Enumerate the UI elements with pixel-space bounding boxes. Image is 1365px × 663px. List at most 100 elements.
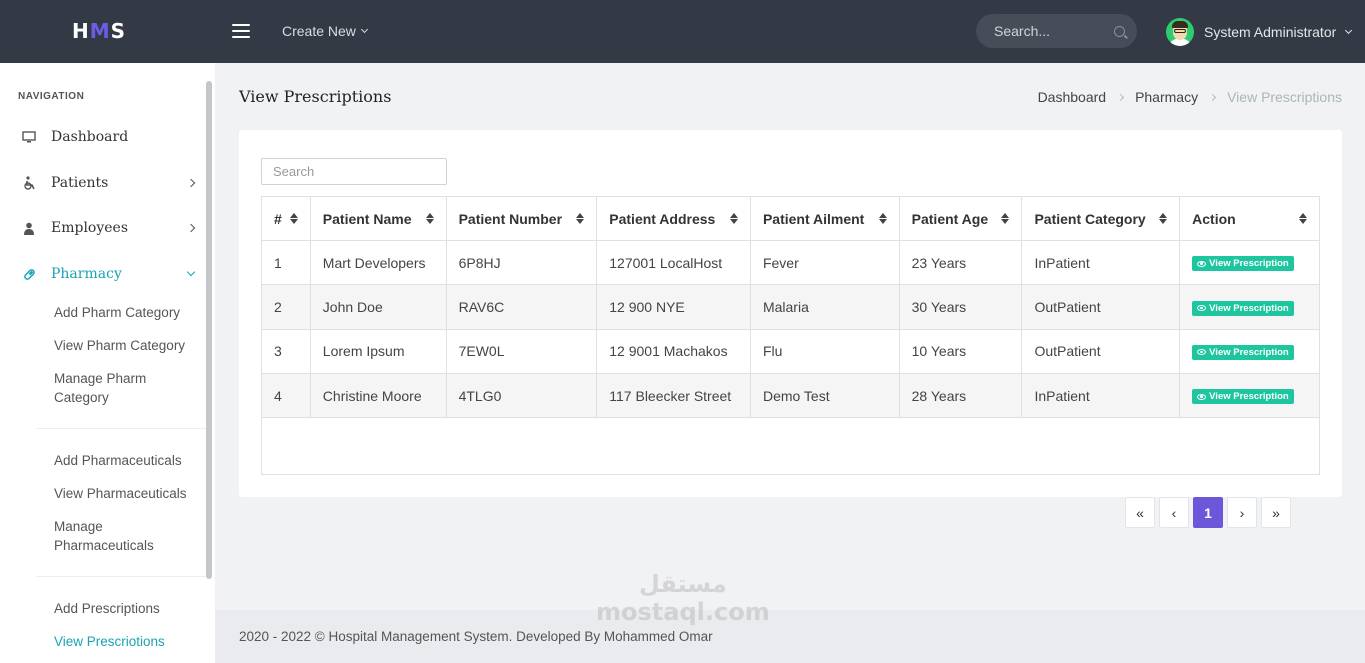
column-header-patient-ailment[interactable]: Patient Ailment	[749, 196, 900, 241]
breadcrumb-current: View Prescriptions	[1227, 89, 1342, 105]
cell-patient-number: 6P8HJ	[445, 239, 598, 286]
cell-patient-address: 12 900 NYE	[596, 284, 751, 330]
column-label: Patient Number	[458, 210, 563, 227]
user-name: System Administrator	[1204, 24, 1337, 40]
cell-patient-category: InPatient	[1021, 372, 1181, 419]
pagination-next-button[interactable]: ›	[1227, 497, 1257, 528]
sidebar-item-patients[interactable]: Patients	[22, 175, 196, 191]
cell-number: 4	[261, 372, 311, 419]
watermark-line1: مستقل	[638, 570, 727, 598]
sidebar-subitem-view-prescriptions[interactable]: View Prescriotions	[54, 632, 194, 651]
cell-patient-number: 4TLG0	[445, 372, 598, 419]
cell-patient-age: 10 Years	[898, 328, 1023, 374]
pill-icon	[22, 267, 36, 281]
cell-patient-number: RAV6C	[445, 284, 598, 330]
button-label: View Prescription	[1209, 346, 1289, 358]
sidebar-scrollbar[interactable]	[206, 81, 212, 579]
table-row: 2 John Doe RAV6C 12 900 NYE Malaria 30 Y…	[261, 284, 1320, 330]
eye-icon	[1197, 305, 1207, 312]
cell-patient-category: OutPatient	[1021, 284, 1181, 330]
view-prescription-button[interactable]: View Prescription	[1192, 389, 1294, 405]
sidebar-subitem-view-pharmaceuticals[interactable]: View Pharmaceuticals	[54, 484, 194, 503]
footer-text: 2020 - 2022 © Hospital Management System…	[239, 629, 713, 644]
sort-icon	[1001, 213, 1010, 224]
sidebar-item-label: Patients	[51, 175, 109, 191]
cell-patient-number: 7EW0L	[445, 328, 598, 374]
monitor-icon	[22, 130, 36, 144]
column-header-patient-name[interactable]: Patient Name	[309, 196, 447, 241]
global-search-input[interactable]	[994, 23, 1104, 39]
cell-number: 3	[261, 328, 311, 374]
chevron-down-icon	[186, 267, 196, 277]
cell-action: View Prescription	[1179, 372, 1320, 419]
sidebar-subitem-add-pharmaceuticals[interactable]: Add Pharmaceuticals	[54, 451, 194, 470]
search-icon[interactable]	[1114, 25, 1125, 37]
view-prescription-button[interactable]: View Prescription	[1192, 256, 1294, 272]
button-label: View Prescription	[1209, 258, 1289, 270]
column-header-action[interactable]: Action	[1179, 196, 1320, 241]
menu-toggle-icon[interactable]	[232, 24, 250, 38]
sidebar-subitem-add-pharm-category[interactable]: Add Pharm Category	[54, 303, 194, 322]
sidebar-subitem-manage-pharm-category[interactable]: Manage Pharm Category	[54, 369, 194, 407]
chevron-right-icon	[186, 223, 196, 233]
cell-patient-name: Lorem Ipsum	[309, 328, 447, 374]
table-header-row: # Patient Name Patient Number Patient Ad…	[261, 196, 1320, 241]
view-prescription-button[interactable]: View Prescription	[1192, 300, 1294, 316]
column-label: Action	[1192, 210, 1236, 227]
sort-icon	[289, 213, 298, 224]
sort-icon	[878, 213, 887, 224]
sidebar-subitem-view-pharm-category[interactable]: View Pharm Category	[54, 336, 194, 355]
cell-action: View Prescription	[1179, 239, 1320, 286]
pagination-last-button[interactable]: »	[1261, 497, 1291, 528]
cell-patient-name: Mart Developers	[309, 239, 447, 286]
sidebar-item-pharmacy[interactable]: Pharmacy	[22, 266, 196, 282]
column-label: Patient Category	[1034, 210, 1146, 227]
create-new-label: Create New	[282, 23, 356, 39]
create-new-dropdown[interactable]: Create New	[282, 23, 368, 39]
button-label: View Prescription	[1209, 391, 1289, 403]
user-menu[interactable]: System Administrator	[1166, 18, 1353, 46]
pagination: « ‹ 1 › »	[1125, 497, 1291, 528]
wheelchair-icon	[22, 176, 36, 190]
column-header-number[interactable]: #	[261, 196, 311, 241]
pagination-page-button[interactable]: 1	[1193, 497, 1223, 528]
nav-heading: NAVIGATION	[18, 91, 85, 102]
column-header-patient-number[interactable]: Patient Number	[445, 196, 598, 241]
avatar	[1166, 18, 1194, 46]
sidebar-subitem-add-prescriptions[interactable]: Add Prescriptions	[54, 599, 194, 618]
sort-icon	[1299, 213, 1307, 224]
app-logo[interactable]: HMS	[72, 19, 126, 43]
divider	[36, 576, 206, 577]
sort-icon	[1159, 213, 1168, 224]
column-label: Patient Age	[911, 210, 989, 227]
cell-patient-name: Christine Moore	[309, 372, 447, 419]
table-search-input[interactable]	[261, 158, 447, 185]
sidebar-subitem-manage-pharmaceuticals[interactable]: Manage Pharmaceuticals	[54, 517, 194, 555]
sidebar-item-employees[interactable]: Employees	[22, 220, 196, 236]
breadcrumb-dashboard[interactable]: Dashboard	[1038, 89, 1107, 105]
column-header-patient-age[interactable]: Patient Age	[898, 196, 1023, 241]
chevron-right-icon	[1117, 93, 1125, 101]
breadcrumb-pharmacy[interactable]: Pharmacy	[1135, 89, 1198, 105]
column-header-patient-address[interactable]: Patient Address	[596, 196, 751, 241]
column-header-patient-category[interactable]: Patient Category	[1021, 196, 1181, 241]
sidebar-item-dashboard[interactable]: Dashboard	[22, 129, 194, 145]
cell-action: View Prescription	[1179, 284, 1320, 330]
table-row: 3 Lorem Ipsum 7EW0L 12 9001 Machakos Flu…	[261, 328, 1320, 374]
pagination-first-button[interactable]: «	[1125, 497, 1155, 528]
cell-patient-ailment: Malaria	[749, 284, 900, 330]
sort-icon	[576, 213, 585, 224]
view-prescription-button[interactable]: View Prescription	[1192, 344, 1294, 360]
eye-icon	[1197, 260, 1207, 267]
cell-number: 1	[261, 239, 311, 286]
eye-icon	[1197, 349, 1207, 356]
footer: 2020 - 2022 © Hospital Management System…	[215, 610, 1365, 663]
pagination-prev-button[interactable]: ‹	[1159, 497, 1189, 528]
cell-patient-age: 23 Years	[898, 239, 1023, 286]
sidebar: NAVIGATION Dashboard Patients Employees …	[0, 63, 215, 663]
cell-patient-name: John Doe	[309, 284, 447, 330]
column-label: Patient Name	[322, 210, 412, 227]
chevron-down-icon	[360, 25, 368, 34]
column-label: Patient Address	[609, 210, 716, 227]
cell-patient-address: 12 9001 Machakos	[596, 328, 751, 374]
